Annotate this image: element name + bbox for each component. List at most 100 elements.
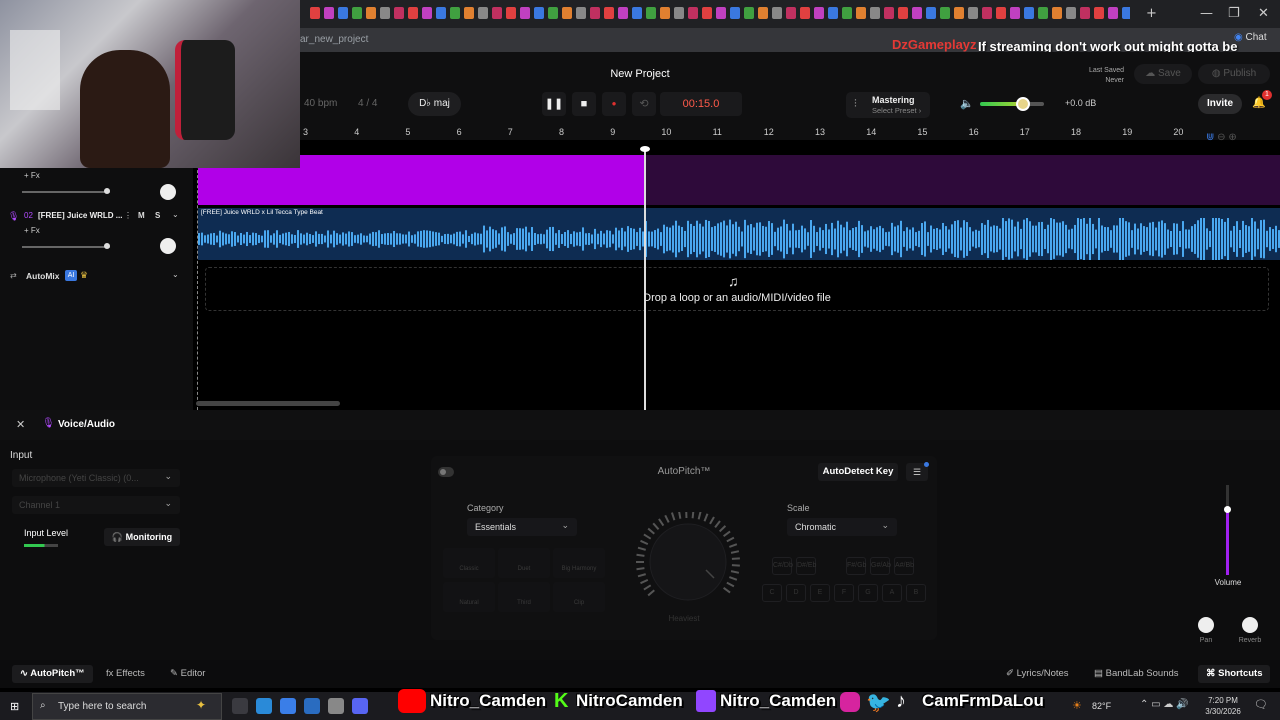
playhead[interactable] bbox=[644, 148, 646, 410]
outlook-icon[interactable] bbox=[304, 698, 320, 714]
browser-tab-favicon[interactable] bbox=[576, 7, 586, 19]
browser-tab-favicon[interactable] bbox=[548, 7, 558, 19]
automix-label[interactable]: AutoMix bbox=[26, 271, 60, 281]
key-d-sharp[interactable]: D#/Eb bbox=[796, 557, 816, 575]
browser-tab-favicon[interactable] bbox=[856, 7, 866, 19]
browser-tab-favicon[interactable] bbox=[1066, 7, 1076, 19]
browser-tab-favicon[interactable] bbox=[520, 7, 530, 19]
edge-icon[interactable] bbox=[256, 698, 272, 714]
preset-third[interactable]: Third bbox=[498, 582, 550, 612]
key-g[interactable]: G bbox=[858, 584, 878, 602]
taskbar-apps[interactable] bbox=[232, 698, 402, 716]
key-a-sharp[interactable]: A#/Bb bbox=[894, 557, 914, 575]
loop-button[interactable]: ⟲ bbox=[632, 92, 656, 116]
browser-tab-favicon[interactable] bbox=[996, 7, 1006, 19]
windows-start-icon[interactable]: ⊞ bbox=[10, 700, 19, 713]
autodetect-key-button[interactable]: AutoDetect Key bbox=[818, 463, 898, 481]
key-b[interactable]: B bbox=[906, 584, 926, 602]
browser-tab-favicon[interactable] bbox=[478, 7, 488, 19]
key-c[interactable]: C bbox=[762, 584, 782, 602]
stop-button[interactable]: ■ bbox=[572, 92, 596, 116]
key-e[interactable]: E bbox=[810, 584, 830, 602]
browser-tab-favicon[interactable] bbox=[842, 7, 852, 19]
browser-tab-favicon[interactable] bbox=[618, 7, 628, 19]
temperature[interactable]: 82°F bbox=[1092, 701, 1111, 711]
taskbar-clock[interactable]: 7:20 PM 3/30/2026 bbox=[1198, 695, 1248, 717]
browser-tab-favicon[interactable] bbox=[912, 7, 922, 19]
volume-fader[interactable] bbox=[1226, 485, 1229, 575]
browser-tab-favicon[interactable] bbox=[870, 7, 880, 19]
track1-pan-knob[interactable] bbox=[160, 184, 176, 200]
track2-pan-knob[interactable] bbox=[160, 238, 176, 254]
browser-tab-favicon[interactable] bbox=[506, 7, 516, 19]
browser-tab-favicon[interactable] bbox=[352, 7, 362, 19]
preset-natural[interactable]: Natural bbox=[443, 582, 495, 612]
minimize-icon[interactable]: — bbox=[1200, 6, 1213, 21]
record-button[interactable]: ● bbox=[602, 92, 626, 116]
browser-tab-favicon[interactable] bbox=[366, 7, 376, 19]
browser-tab-favicon[interactable] bbox=[702, 7, 712, 19]
track1-fx-button[interactable]: + Fx bbox=[24, 171, 40, 180]
browser-tab-favicon[interactable] bbox=[1108, 7, 1118, 19]
browser-tab-favicon[interactable] bbox=[1052, 7, 1062, 19]
strength-dial[interactable] bbox=[634, 512, 742, 608]
master-volume-slider[interactable] bbox=[980, 102, 1044, 106]
magnet-icon[interactable]: ⋓ ⊖ ⊕ bbox=[1206, 132, 1237, 143]
browser-tab-favicon[interactable] bbox=[380, 7, 390, 19]
key-a[interactable]: A bbox=[882, 584, 902, 602]
track2-volume-handle[interactable] bbox=[104, 243, 110, 249]
speaker-icon[interactable]: 🔈 bbox=[960, 97, 974, 110]
browser-tab-favicon[interactable] bbox=[786, 7, 796, 19]
close-window-icon[interactable]: ✕ bbox=[1258, 6, 1269, 21]
browser-tab-favicon[interactable] bbox=[828, 7, 838, 19]
browser-tab-favicon[interactable] bbox=[1010, 7, 1020, 19]
browser-tab-favicon[interactable] bbox=[954, 7, 964, 19]
key-button[interactable]: D♭ maj bbox=[408, 92, 461, 116]
browser-tab-favicon[interactable] bbox=[1024, 7, 1034, 19]
master-volume-handle[interactable] bbox=[1016, 97, 1030, 111]
browser-tab-favicon[interactable] bbox=[772, 7, 782, 19]
task-view-icon[interactable] bbox=[232, 698, 248, 714]
bpm-display[interactable]: 40 bpm bbox=[304, 98, 337, 109]
tab-effects[interactable]: fx Effects bbox=[98, 665, 153, 683]
monitoring-button[interactable]: 🎧 Monitoring bbox=[104, 528, 180, 546]
preset-big-harmony[interactable]: Big Harmony bbox=[553, 548, 605, 578]
key-f[interactable]: F bbox=[834, 584, 854, 602]
browser-tab-favicon[interactable] bbox=[1094, 7, 1104, 19]
tray-icons[interactable]: ⌃ ▭ ☁ 🔊 bbox=[1140, 699, 1189, 710]
track2-name[interactable]: [FREE] Juice WRLD ... bbox=[38, 211, 138, 220]
browser-tab-favicon[interactable] bbox=[534, 7, 544, 19]
key-d[interactable]: D bbox=[786, 584, 806, 602]
preset-classic[interactable]: Classic bbox=[443, 548, 495, 578]
mastering-button[interactable]: ⫶ Mastering Select Preset › bbox=[846, 92, 930, 118]
automix-chevron-icon[interactable]: ⌄ bbox=[172, 270, 179, 279]
browser-tab-favicon[interactable] bbox=[590, 7, 600, 19]
preset-duet[interactable]: Duet bbox=[498, 548, 550, 578]
browser-tab-favicon[interactable] bbox=[422, 7, 432, 19]
browser-tab-favicon[interactable] bbox=[674, 7, 684, 19]
tab-shortcuts[interactable]: ⌘ Shortcuts bbox=[1198, 665, 1271, 683]
autopitch-toggle[interactable] bbox=[438, 467, 454, 477]
scale-select[interactable]: Chromatic ⌄ bbox=[787, 518, 897, 536]
timeline-ruler[interactable] bbox=[300, 126, 1280, 140]
track2-mute-button[interactable]: M bbox=[138, 211, 145, 220]
browser-tab-favicon[interactable] bbox=[436, 7, 446, 19]
notifications-icon[interactable]: 🗨 bbox=[1254, 698, 1268, 711]
browser-tab-favicon[interactable] bbox=[604, 7, 614, 19]
browser-tab-favicon[interactable] bbox=[940, 7, 950, 19]
channel-select[interactable]: Channel 1 ⌄ bbox=[12, 496, 180, 514]
browser-tab-favicon[interactable] bbox=[688, 7, 698, 19]
publish-button[interactable]: ◍ Publish bbox=[1198, 64, 1270, 84]
browser-tab-favicon[interactable] bbox=[1080, 7, 1090, 19]
browser-tab-favicon[interactable] bbox=[492, 7, 502, 19]
url-text[interactable]: ar_new_project bbox=[300, 34, 368, 45]
store-icon[interactable] bbox=[328, 698, 344, 714]
save-button[interactable]: ☁ Save bbox=[1134, 64, 1192, 84]
zoom-in-icon[interactable]: ⊕ bbox=[1228, 132, 1236, 143]
browser-tab-favicon[interactable] bbox=[660, 7, 670, 19]
track1-volume-slider[interactable] bbox=[22, 191, 110, 193]
playhead-handle[interactable] bbox=[640, 146, 650, 152]
browser-tab-favicon[interactable] bbox=[898, 7, 908, 19]
key-g-sharp[interactable]: G#/Ab bbox=[870, 557, 891, 575]
browser-tab-favicon[interactable] bbox=[632, 7, 642, 19]
